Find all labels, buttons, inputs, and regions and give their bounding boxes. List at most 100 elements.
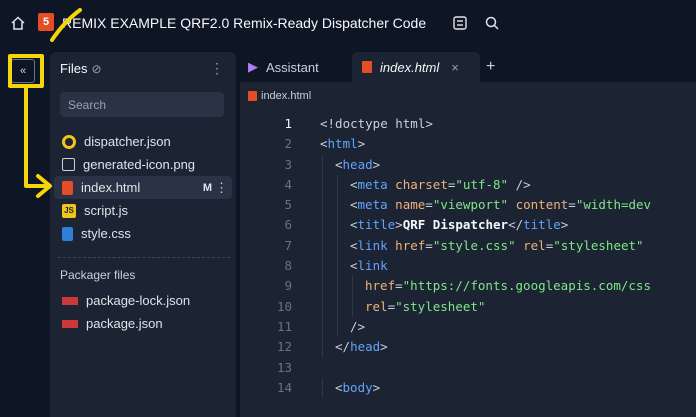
- html-icon: [62, 180, 73, 195]
- left-rail: «: [0, 52, 44, 417]
- tab-label: Assistant: [266, 59, 319, 75]
- add-tab-button[interactable]: +: [486, 52, 495, 82]
- indent-guide: [337, 316, 338, 338]
- collapse-sidebar-button[interactable]: «: [11, 59, 35, 83]
- npm-icon: [62, 296, 78, 305]
- indent-guide: [322, 256, 323, 277]
- tab-index-html[interactable]: index.html ×: [352, 52, 480, 82]
- packager-file-list: package-lock.json package.json: [50, 289, 236, 335]
- file-item-script-js[interactable]: JS script.js: [54, 199, 232, 222]
- code-line[interactable]: 3 <head>: [240, 154, 696, 175]
- indent-guide: [337, 256, 338, 277]
- code-token: </: [508, 217, 524, 233]
- code-line[interactable]: 8 <link: [240, 256, 696, 277]
- indent-guide: [322, 235, 323, 257]
- code-token: QRF Dispatcher: [402, 217, 509, 233]
- code-text: <meta name="viewport" content="width=dev: [350, 195, 651, 215]
- code-token: content: [508, 197, 569, 213]
- tab-assistant[interactable]: ▶ Assistant: [248, 52, 319, 82]
- code-line[interactable]: 11 />: [240, 316, 696, 338]
- code-token: <!doctype html>: [320, 116, 433, 131]
- code-text: <head>: [335, 155, 380, 175]
- code-token: meta: [357, 197, 388, 213]
- code-line[interactable]: 9 href="https://fonts.googleapis.com/css: [240, 276, 696, 297]
- code-token: <: [350, 258, 358, 274]
- code-line[interactable]: 13: [240, 358, 696, 378]
- code-line[interactable]: 12 </head>: [240, 337, 696, 358]
- line-number: 6: [284, 217, 292, 233]
- code-text: <link: [350, 256, 388, 276]
- file-item-generated-icon[interactable]: generated-icon.png: [54, 153, 232, 176]
- file-item-package-lock-json[interactable]: package-lock.json: [54, 289, 232, 312]
- close-tab-icon[interactable]: ×: [451, 60, 459, 75]
- files-search-input[interactable]: [60, 92, 224, 117]
- file-item-index-html[interactable]: index.html M ⋮: [54, 176, 232, 199]
- code-token: meta: [357, 176, 388, 192]
- code-token: charset: [387, 176, 448, 192]
- files-panel: Files⊘ ⋮ dispatcher.json generated-icon.…: [50, 52, 236, 417]
- code-token: <: [335, 156, 343, 172]
- file-name: generated-icon.png: [83, 157, 196, 172]
- line-number: 12: [276, 339, 292, 355]
- indent-guide: [322, 276, 323, 297]
- file-name: package-lock.json: [86, 293, 191, 308]
- indent-guide: [337, 235, 338, 257]
- file-options-icon[interactable]: ⋮: [215, 180, 228, 196]
- sync-icon[interactable]: ⊘: [91, 62, 101, 76]
- code-line[interactable]: 4 <meta charset="utf-8" />: [240, 174, 696, 196]
- file-name: script.js: [84, 203, 129, 218]
- code-text: <link href="style.css" rel="stylesheet": [350, 236, 644, 256]
- line-number: 4: [284, 176, 292, 192]
- code-token: rel: [515, 237, 546, 253]
- code-token: "utf-8": [455, 176, 509, 192]
- code-token: head: [350, 339, 381, 355]
- indent-guide: [322, 296, 323, 317]
- html-icon: [362, 61, 372, 73]
- code-line[interactable]: 2 <html>: [240, 134, 696, 154]
- file-item-dispatcher-json[interactable]: dispatcher.json: [54, 130, 232, 153]
- code-line[interactable]: 10 rel="stylesheet": [240, 296, 696, 317]
- code-token: title: [523, 217, 561, 233]
- home-icon[interactable]: [10, 15, 26, 31]
- editor-tabs: ▶ Assistant index.html × +: [240, 52, 696, 82]
- code-token: href: [387, 237, 426, 253]
- files-menu-icon[interactable]: ⋮: [210, 60, 224, 77]
- indent-guide: [322, 337, 323, 358]
- line-number: 1: [284, 116, 292, 131]
- layout-icon[interactable]: [452, 15, 468, 31]
- indent-guide: [337, 296, 338, 317]
- indent-guide: [337, 276, 338, 297]
- code-token: "width=dev: [575, 197, 652, 213]
- search-icon[interactable]: [484, 15, 500, 31]
- project-title[interactable]: REMIX EXAMPLE QRF2.0 Remix-Ready Dispatc…: [62, 15, 426, 31]
- breadcrumb-file[interactable]: index.html: [261, 90, 311, 102]
- code-editor[interactable]: 1 <!doctype html> 2 <html> 3 <head> 4 <meta cha…: [240, 114, 696, 399]
- files-header: Files ⊘: [60, 61, 102, 76]
- code-token: html: [327, 136, 358, 152]
- editor-pane: ▶ Assistant index.html × + index.html 1 <…: [240, 52, 696, 417]
- npm-icon: [62, 319, 78, 328]
- code-line[interactable]: 14 <body>: [240, 377, 696, 399]
- file-item-style-css[interactable]: style.css: [54, 222, 232, 245]
- code-line[interactable]: 6 <title>QRF Dispatcher</title>: [240, 215, 696, 236]
- indent-guide: [322, 195, 323, 216]
- code-token: =: [568, 197, 576, 213]
- code-line[interactable]: 1 <!doctype html>: [240, 114, 696, 134]
- line-number: 11: [276, 318, 292, 334]
- code-token: "stylesheet": [553, 237, 644, 253]
- code-text: href="https://fonts.googleapis.com/css: [365, 276, 651, 296]
- indent-guide: [322, 215, 323, 236]
- code-token: />: [508, 176, 531, 192]
- code-token: "viewport": [432, 197, 509, 213]
- modified-badge: M: [202, 181, 212, 194]
- json-icon: [62, 134, 76, 149]
- code-token: >: [395, 217, 403, 233]
- code-text: <!doctype html>: [320, 114, 433, 134]
- code-line[interactable]: 5 <meta name="viewport" content="width=de…: [240, 195, 696, 216]
- collapse-icon: «: [19, 65, 27, 77]
- code-text: <body>: [335, 378, 380, 398]
- code-line[interactable]: 7 <link href="style.css" rel="stylesheet": [240, 235, 696, 257]
- line-number: 10: [276, 298, 292, 314]
- code-token: </: [335, 339, 351, 355]
- file-item-package-json[interactable]: package.json: [54, 312, 232, 335]
